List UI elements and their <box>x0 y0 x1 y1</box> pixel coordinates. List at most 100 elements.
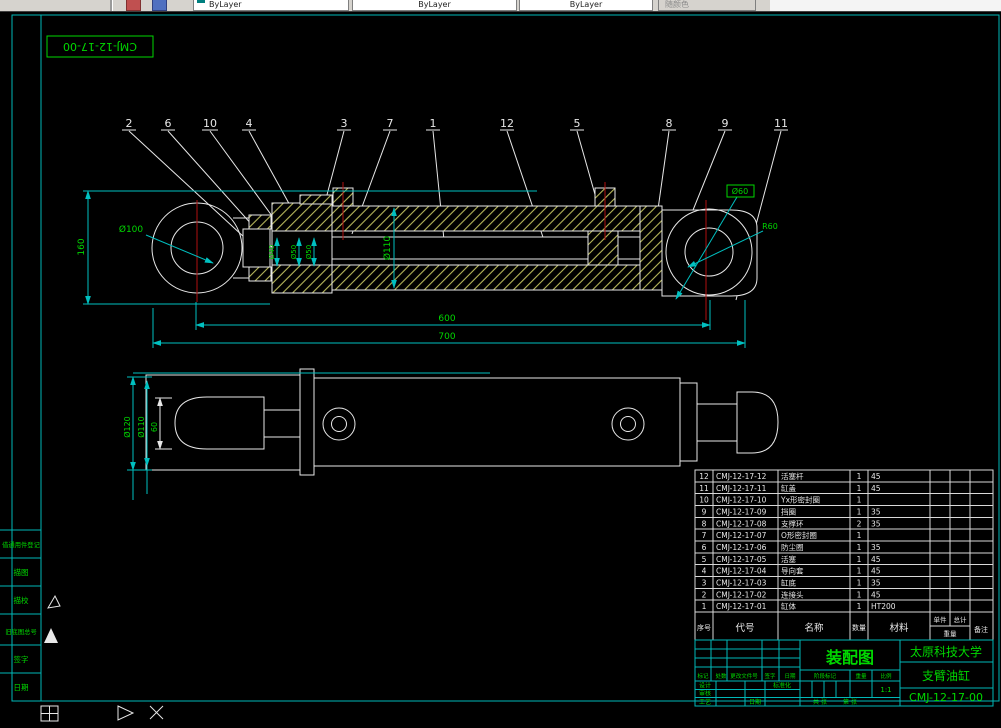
dim-text: Ø50 <box>290 245 298 259</box>
part-no: 12 <box>699 472 709 481</box>
triangle-mark <box>117 705 135 721</box>
header-weight: 重量 <box>944 630 958 638</box>
parts-list-table: 12 CMJ-12-17-12 活塞杆 1 45 11 CMJ-12-17-11… <box>694 469 994 641</box>
part-code: CMJ-12-17-05 <box>716 555 767 564</box>
part-name: 缸底 <box>781 578 796 588</box>
header-no: 序号 <box>697 623 711 632</box>
part-no: 11 <box>699 484 709 493</box>
main-section-view <box>151 182 758 320</box>
linetype-control-dropdown[interactable]: ByLayer <box>352 0 517 11</box>
tb-label-review: 审核 <box>699 690 711 698</box>
part-name: 连接头 <box>781 589 804 599</box>
drawing-id-text: CMJ-12-17-00 <box>63 40 137 53</box>
part-no: 6 <box>702 543 707 552</box>
part-no: 1 <box>702 602 707 611</box>
part-no: 8 <box>702 519 707 528</box>
part-mat: 35 <box>871 579 881 588</box>
part-code: CMJ-12-17-06 <box>716 543 767 552</box>
dim-text: 700 <box>438 332 455 342</box>
dim-text: Ø110 <box>382 236 393 261</box>
part-qty: 1 <box>857 590 862 599</box>
dim-text: Ø40 <box>268 245 276 259</box>
header-name: 名称 <box>804 622 824 634</box>
tb-product-name: 支臂油缸 <box>922 668 970 683</box>
part-code: CMJ-12-17-03 <box>716 579 767 588</box>
header-code: 代号 <box>735 623 754 634</box>
datum-triangle-symbol <box>44 628 58 643</box>
part-name: 挡圈 <box>781 507 796 517</box>
balloon: 7 <box>387 117 394 130</box>
title-block: 标记 处数 更改文件号 签字 日期 设计 标准化 审核 工艺 日期 装配图 阶段… <box>694 639 994 707</box>
part-name: Yx形密封圈 <box>780 495 820 505</box>
balloon: 6 <box>165 117 172 130</box>
balloon: 9 <box>722 117 729 130</box>
balloon: 8 <box>666 117 673 130</box>
dim-text: Ø120 <box>122 416 132 438</box>
drawing-id-box: CMJ-12-17-00 <box>46 35 154 58</box>
dim-text: Ø60 <box>732 186 748 196</box>
balloon: 2 <box>126 117 133 130</box>
part-qty: 1 <box>857 555 862 564</box>
header-total: 总计 <box>954 615 968 624</box>
tb-scale-value: 1:1 <box>880 686 891 694</box>
part-qty: 2 <box>857 519 862 528</box>
margin-label: 旧底图总号 <box>5 627 36 636</box>
part-name: O形密封圈 <box>781 530 817 540</box>
part-mat: 35 <box>871 543 881 552</box>
part-name: 缸体 <box>781 601 796 611</box>
part-mat: 45 <box>871 567 881 576</box>
tb-label-weight: 重量 <box>855 672 867 680</box>
dim-text: 60 <box>150 422 159 432</box>
bottom-plan-view <box>145 368 779 476</box>
tb-label-process-date: 日期 <box>749 698 761 706</box>
part-mat: 35 <box>871 519 881 528</box>
part-no: 2 <box>702 590 707 599</box>
part-no: 10 <box>699 496 709 505</box>
part-qty: 1 <box>857 472 862 481</box>
part-qty: 1 <box>857 496 862 505</box>
lineweight-control-dropdown[interactable]: ByLayer <box>519 0 653 11</box>
part-mat: 45 <box>871 555 881 564</box>
balloon: 11 <box>774 117 788 130</box>
surface-finish-symbol <box>47 594 61 609</box>
plotstyle-control-dropdown[interactable]: 随颜色 <box>658 0 756 11</box>
tb-label-date: 日期 <box>784 673 796 680</box>
tb-title: 装配图 <box>825 648 874 667</box>
header-material: 材料 <box>889 622 909 634</box>
part-name: 活塞 <box>781 554 796 564</box>
balloon: 12 <box>500 117 514 130</box>
part-name: 活塞杆 <box>781 471 804 481</box>
part-mat: 45 <box>871 484 881 493</box>
toolbar-blank-area <box>770 0 1001 11</box>
tb-sheet-total: 共 张 <box>813 698 827 706</box>
tb-label-count: 处数 <box>715 672 727 680</box>
tool-icon[interactable] <box>126 0 141 11</box>
part-qty: 1 <box>857 579 862 588</box>
part-code: CMJ-12-17-01 <box>716 602 767 611</box>
tb-label-design: 设计 <box>699 682 711 690</box>
drawing-canvas[interactable]: 借通用件登记 描图 描校 旧底图总号 签字 日期 CMJ-12-17-00 2 … <box>0 0 1001 728</box>
color-control-dropdown[interactable]: ByLayer <box>193 0 349 11</box>
tool-icon[interactable] <box>152 0 167 11</box>
color-swatch-icon <box>197 0 205 3</box>
tb-label-changedoc: 更改文件号 <box>730 672 758 680</box>
part-name: 支撑环 <box>781 518 804 528</box>
part-qty: 1 <box>857 602 862 611</box>
part-code: CMJ-12-17-04 <box>716 567 767 576</box>
balloon: 4 <box>246 117 253 130</box>
part-no: 4 <box>702 567 707 576</box>
part-qty: 1 <box>857 567 862 576</box>
tb-label-stage: 阶段标记 <box>814 672 837 680</box>
dim-text: Ø110 <box>136 416 146 438</box>
part-code: CMJ-12-17-09 <box>716 508 767 517</box>
tb-label-sign: 签字 <box>764 672 776 680</box>
tb-label-standardize: 标准化 <box>773 682 791 690</box>
part-mat: 45 <box>871 472 881 481</box>
part-name: 导向套 <box>781 566 804 576</box>
part-mat: 35 <box>871 508 881 517</box>
dim-text: R60 <box>762 222 778 231</box>
header-unit: 单件 <box>934 615 948 624</box>
part-qty: 1 <box>857 484 862 493</box>
balloon: 5 <box>574 117 581 130</box>
tb-label-mark: 标记 <box>697 672 709 680</box>
